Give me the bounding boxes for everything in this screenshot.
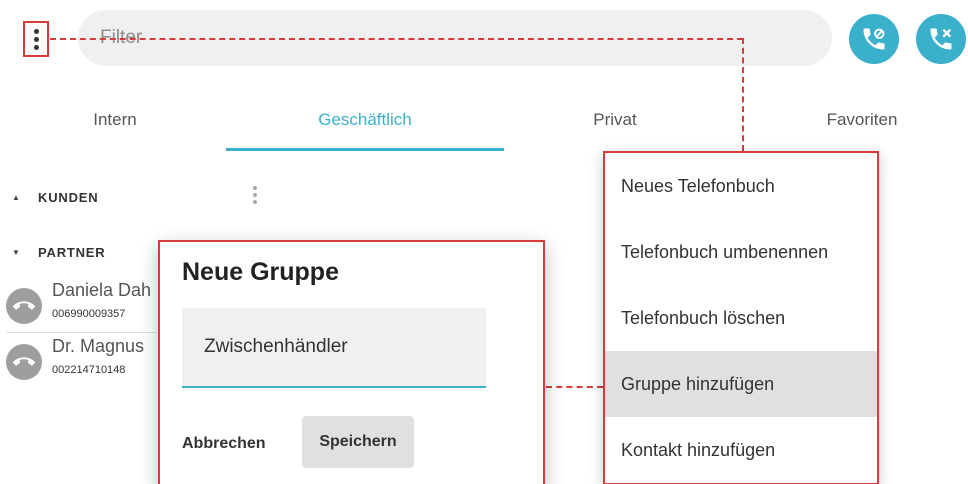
caret-up-icon: ▲ [12,193,21,202]
contact-name: Dr. Magnus [52,336,145,356]
menu-item-add-group[interactable]: Gruppe hinzufügen [605,351,877,417]
divider [6,332,156,333]
contact-number: 002214710148 [52,364,126,376]
phone-missed-icon [930,28,952,50]
tab-intern[interactable]: Intern [40,96,190,144]
tab-bar: Intern Geschäftlich Privat Favoriten [0,96,968,152]
group-name-field[interactable] [182,308,486,388]
menu-item-rename-phonebook[interactable]: Telefonbuch umbenennen [605,219,877,285]
phone-hangup-icon [6,344,42,380]
menu-item-add-contact[interactable]: Kontakt hinzufügen [605,417,877,483]
tab-privat[interactable]: Privat [540,96,690,144]
more-vert-icon[interactable] [23,21,49,57]
annotation-line-top [50,38,743,40]
new-group-dialog: Neue Gruppe Abbrechen Speichern [158,240,545,484]
phone-hangup-icon [6,288,42,324]
active-tab-indicator [226,148,504,151]
tab-geschaeftlich[interactable]: Geschäftlich [226,96,504,144]
group-name-input[interactable] [204,336,474,358]
group-kunden[interactable]: ▲ KUNDEN [12,190,98,205]
phonebook-menu: Neues Telefonbuch Telefonbuch umbenennen… [603,151,879,484]
annotation-line-bottom [546,386,603,388]
phone-blocked-icon [863,28,885,50]
cancel-button[interactable]: Abbrechen [178,420,270,468]
group-label: PARTNER [38,245,106,260]
group-label: KUNDEN [38,190,99,205]
contact-name: Daniela Dah [52,280,152,300]
menu-item-new-phonebook[interactable]: Neues Telefonbuch [605,153,877,219]
call-missed-button[interactable] [916,14,966,64]
group-partner[interactable]: ▼ PARTNER [12,245,105,260]
caret-down-icon: ▼ [12,248,21,257]
group-options-icon[interactable] [253,186,257,204]
dialog-title: Neue Gruppe [182,258,339,286]
call-blocked-button[interactable] [849,14,899,64]
tab-favoriten[interactable]: Favoriten [772,96,952,144]
menu-item-delete-phonebook[interactable]: Telefonbuch löschen [605,285,877,351]
contact-number: 006990009357 [52,308,126,320]
contact-row[interactable]: Daniela Dah 006990009357 [6,280,166,328]
save-button[interactable]: Speichern [302,416,414,468]
contact-row[interactable]: Dr. Magnus 002214710148 [6,336,166,384]
